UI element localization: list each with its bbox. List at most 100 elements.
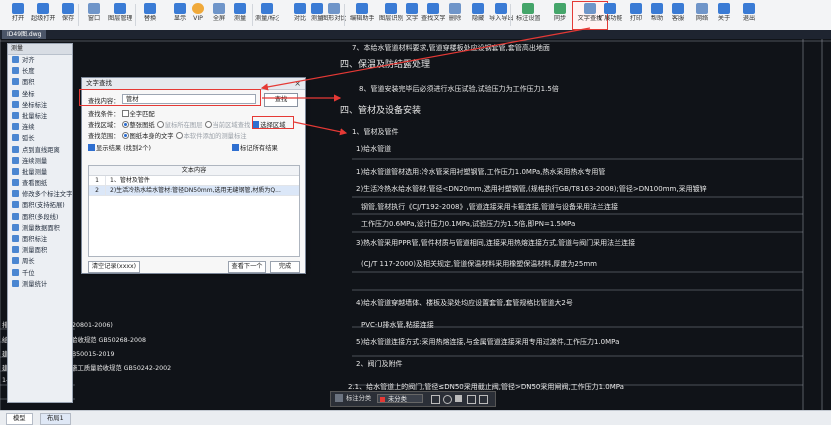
drawing-text-line: PVC-U排水管,粘接连接 [361, 321, 434, 329]
toolbar-button-2[interactable]: 保存 [56, 2, 80, 29]
search-button[interactable]: 查找 [264, 93, 298, 107]
toolbar-button-28[interactable]: 网络 [690, 2, 714, 29]
tool-icon [651, 3, 663, 14]
close-icon[interactable]: × [294, 78, 301, 89]
palette-item[interactable]: 弧长 [8, 133, 72, 144]
drawing-text-line: 四、保温及防结露处理 [340, 60, 431, 70]
drawing-text-line: 1)给水管道管材选用:冷水管采用衬塑钢管,工作压力1.0MPa,热水采用热水专用… [356, 168, 606, 176]
area-radio-current[interactable] [204, 121, 212, 128]
measure-palette: 测量 对齐长度 面积 坐标 坐标标注 批量标注 连续 弧长 点到直线距离 连续测量批量测量 查看图… [7, 43, 73, 403]
palette-item[interactable]: 查看图纸 [8, 178, 72, 189]
tool-icon [37, 3, 49, 14]
palette-item-icon [12, 100, 19, 108]
palette-item-label: 面积(多段线) [22, 213, 59, 221]
tool-label: 替换 [143, 15, 157, 22]
palette-item[interactable]: 周长 [8, 256, 72, 267]
palette-item-icon [12, 67, 19, 75]
toolbar-button-10[interactable]: 测量/标注 [255, 2, 279, 29]
toolbar-button-1[interactable]: 超级打开 [31, 2, 55, 29]
document-tab[interactable]: ID49图.dwg [2, 30, 47, 39]
palette-item-icon [12, 78, 19, 86]
toolbar-button-29[interactable]: 关于 [712, 2, 736, 29]
toolbar-button-4[interactable]: 图层管理 [108, 2, 132, 29]
palette-item[interactable]: 测量数据面积 [8, 223, 72, 234]
table-row[interactable]: 1 1、管材及管件 [89, 176, 299, 186]
grid-icon[interactable] [335, 394, 343, 402]
toolbar-button-22[interactable]: 同步 [548, 2, 572, 29]
table-row[interactable]: 2 2)生活冷热水给水管材:管径DN50mm,选用无缝钢管,材质为Q... [89, 186, 299, 196]
fill-icon[interactable] [455, 395, 462, 402]
search-label: 查找内容： [88, 98, 120, 105]
type-radio-annotation[interactable] [175, 132, 183, 139]
palette-item[interactable]: 坐标标注 [8, 100, 72, 111]
tool-icon [12, 3, 24, 14]
toolbar-button-5[interactable]: 替换 [138, 2, 162, 29]
palette-item[interactable]: 连续测量 [8, 156, 72, 167]
dialog-title[interactable]: 文字查找 [82, 78, 305, 90]
toolbar-button-27[interactable]: 客服 [666, 2, 690, 29]
square-icon[interactable] [431, 395, 440, 404]
palette-item[interactable]: 面积(支持拓展) [8, 200, 72, 211]
tool-icon [406, 3, 418, 14]
area-radio-whole[interactable] [121, 121, 129, 128]
palette-item-icon [12, 123, 19, 131]
search-input[interactable]: 管材 [122, 94, 256, 104]
palette-item-label: 对齐 [22, 57, 35, 64]
area-radio-layer[interactable] [156, 121, 164, 128]
palette-item[interactable]: 面积(多段线) [8, 212, 72, 223]
toolbar-button-9[interactable]: 测量 [228, 2, 252, 29]
palette-item[interactable]: 测量面积 [8, 245, 72, 256]
toolbar-button-0[interactable]: 打开 [6, 2, 30, 29]
lock-icon[interactable] [479, 395, 488, 404]
palette-item-label: 面积标注 [22, 236, 48, 243]
whole-word-checkbox[interactable] [121, 110, 129, 117]
palette-item-icon [12, 246, 19, 254]
palette-item-icon [12, 167, 19, 175]
toolbar-button-3[interactable]: 窗口 [82, 2, 106, 29]
palette-title[interactable]: 测量 [8, 44, 72, 55]
palette-item[interactable]: 面积标注 [8, 234, 72, 245]
tool-label: 隐藏 [471, 15, 485, 22]
select-area-checkbox[interactable] [252, 121, 260, 128]
type-radio-drawing[interactable] [121, 132, 129, 139]
drawing-text-line: 4)给水管道穿越墙体、楼板及梁处均应设置套管,套管规格比管道大2号 [356, 299, 573, 307]
toolbar-button-18[interactable]: 删除 [443, 2, 467, 29]
palette-item[interactable]: 批量标注 [8, 111, 72, 122]
tab-layout1[interactable]: 布局1 [40, 413, 71, 425]
palette-item[interactable]: 连续 [8, 122, 72, 133]
show-result-checkbox[interactable] [88, 144, 95, 151]
toolbar-button-24[interactable]: 扩展功能 [598, 2, 622, 29]
tab-model[interactable]: 模型 [6, 413, 33, 425]
palette-item[interactable]: 对齐 [8, 55, 72, 66]
circle-icon[interactable] [443, 395, 452, 404]
tool-icon [261, 3, 273, 14]
toolbar-button-14[interactable]: 编辑助手 [350, 2, 374, 29]
toolbar-button-13[interactable]: 图形对比 [322, 2, 346, 29]
toolbar-button-17[interactable]: 查找文字 [421, 2, 445, 29]
done-button[interactable]: 完成 [270, 261, 300, 273]
toolbar-separator [135, 4, 136, 26]
palette-item-icon [12, 279, 19, 287]
palette-item-label: 连续测量 [22, 157, 48, 165]
palette-item-icon [12, 156, 19, 164]
tool-icon [234, 3, 246, 14]
palette-item[interactable]: 千位 [8, 268, 72, 279]
palette-item[interactable]: 面积 [8, 77, 72, 88]
frame-icon[interactable] [467, 395, 476, 404]
clear-history-button[interactable]: 清空记录(xxxx) [88, 261, 140, 273]
palette-item[interactable]: 长度 [8, 66, 72, 77]
find-next-button[interactable]: 查看下一个 [228, 261, 266, 273]
area-option-select: 选择区域 [260, 122, 286, 129]
palette-item[interactable]: 批量测量 [8, 167, 72, 178]
palette-item[interactable]: 测量统计 [8, 279, 72, 290]
mark-all-checkbox[interactable] [232, 144, 239, 151]
category-select[interactable]: 未分类 [377, 394, 423, 403]
tool-icon [630, 3, 642, 14]
palette-item[interactable]: 坐标 [8, 89, 72, 100]
toolbar-button-21[interactable]: 标注设置 [516, 2, 540, 29]
palette-item[interactable]: 修改多个标注文字 [8, 189, 72, 200]
toolbar-button-30[interactable]: 退出 [737, 2, 761, 29]
palette-item[interactable]: 点到直线距离 [8, 145, 72, 156]
palette-item-icon [12, 56, 19, 63]
toolbar-button-19[interactable]: 隐藏 [466, 2, 490, 29]
